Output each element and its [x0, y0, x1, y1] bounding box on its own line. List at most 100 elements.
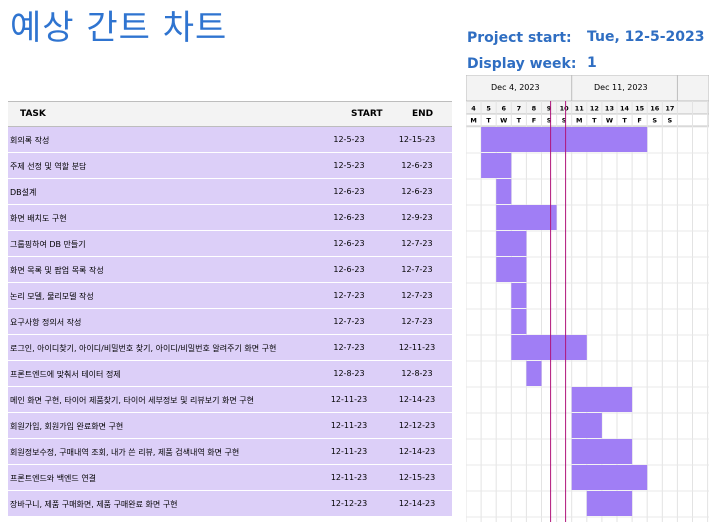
task-end: 12-7-23 — [401, 291, 433, 300]
week-label-2: Dec 11, 2023 — [594, 83, 648, 92]
task-end: 12-12-23 — [398, 421, 436, 430]
task-name: 화면 배치도 구현 — [10, 214, 67, 223]
task-end: 12-14-23 — [398, 499, 436, 508]
table-row[interactable]: 회의록 작성 12-5-23 12-15-23 — [8, 127, 452, 153]
task-end: 12-6-23 — [401, 161, 433, 170]
table-row[interactable]: 화면 목록 및 팝업 목록 작성 12-6-23 12-7-23 — [8, 257, 452, 283]
day-number: 4 — [471, 105, 476, 113]
table-row[interactable]: 논리 모델, 물리모델 작성 12-7-23 12-7-23 — [8, 283, 452, 309]
day-number: 12 — [590, 105, 599, 113]
task-name: 회원가입, 회원가입 완료화면 구현 — [10, 422, 124, 431]
day-letter: F — [532, 117, 536, 125]
day-letter: M — [576, 117, 582, 125]
table-row[interactable]: 주제 선정 및 역할 분담 12-5-23 12-6-23 — [8, 153, 452, 179]
task-end: 12-7-23 — [401, 317, 433, 326]
task-end: 12-9-23 — [401, 213, 433, 222]
week-label-1: Dec 4, 2023 — [491, 83, 540, 92]
table-row[interactable]: 화면 배치도 구현 12-6-23 12-9-23 — [8, 205, 452, 231]
project-start-value[interactable]: Tue, 12-5-2023 — [587, 29, 704, 45]
table-row[interactable]: 프론트엔드에 맞춰서 테이터 정제 12-8-23 12-8-23 — [8, 361, 452, 387]
task-name: 주제 선정 및 역할 분담 — [10, 162, 87, 171]
day-letter: S — [652, 117, 657, 125]
day-number: 10 — [560, 105, 570, 113]
day-number: 8 — [532, 105, 537, 113]
gantt-bar — [571, 413, 602, 438]
table-row[interactable]: 장바구니, 제품 구매화면, 제품 구매완료 화면 구현 12-12-23 12-1… — [8, 491, 452, 517]
day-number: 5 — [486, 105, 491, 113]
start-column-header: START — [351, 109, 383, 119]
task-name: 요구사항 정의서 작성 — [10, 318, 82, 327]
display-week-label: Display week: — [467, 56, 577, 72]
day-letter: W — [606, 117, 613, 125]
task-name: 회의록 작성 — [10, 136, 50, 145]
gantt-bar — [511, 283, 527, 308]
table-row[interactable]: 회원정보수정, 구매내역 조회, 내가 쓴 리뷰, 제품 검색내역 화면 구현 1… — [8, 439, 452, 465]
task-name: 회원정보수정, 구매내역 조회, 내가 쓴 리뷰, 제품 검색내역 화면 구현 — [10, 448, 240, 457]
task-end: 12-7-23 — [401, 265, 433, 274]
gantt-bar — [571, 439, 633, 464]
task-end: 12-15-23 — [398, 135, 436, 144]
project-start-label: Project start: — [467, 30, 572, 46]
end-column-header: END — [412, 109, 434, 119]
task-end: 12-7-23 — [401, 239, 433, 248]
table-row[interactable]: 프론트엔드와 백엔드 연결 12-11-23 12-15-23 — [8, 465, 452, 491]
task-table-header: TASK START END — [8, 101, 452, 127]
task-start: 12-11-23 — [330, 395, 368, 404]
day-number: 13 — [605, 105, 614, 113]
table-row[interactable]: 회원가입, 회원가입 완료화면 구현 12-11-23 12-12-23 — [8, 413, 452, 439]
task-end: 12-6-23 — [401, 187, 433, 196]
task-start: 12-7-23 — [333, 291, 365, 300]
task-name: 메인 화면 구현, 타이어 제품찾기, 타이어 세부정보 및 리뷰보기 화면 구… — [10, 396, 254, 405]
gantt-bar — [511, 335, 587, 360]
task-name: DB설계 — [10, 188, 37, 197]
task-start: 12-6-23 — [333, 239, 365, 248]
task-column-header: TASK — [20, 109, 46, 119]
day-letter: M — [470, 117, 476, 125]
table-row[interactable]: 그룹핑하여 DB 만들기 12-6-23 12-7-23 — [8, 231, 452, 257]
table-row[interactable]: DB설계 12-6-23 12-6-23 — [8, 179, 452, 205]
task-start: 12-8-23 — [333, 369, 365, 378]
gantt-bar — [586, 491, 633, 516]
day-number: 14 — [620, 105, 630, 113]
table-row[interactable]: 요구사항 정의서 작성 12-7-23 12-7-23 — [8, 309, 452, 335]
task-start: 12-11-23 — [330, 421, 368, 430]
day-number: 7 — [517, 105, 522, 113]
task-start: 12-11-23 — [330, 447, 368, 456]
display-week-value[interactable]: 1 — [587, 55, 597, 71]
day-letter: T — [622, 117, 627, 125]
gantt-bar — [571, 387, 633, 412]
task-start: 12-12-23 — [330, 499, 368, 508]
gantt-bar — [496, 257, 527, 282]
task-name: 장바구니, 제품 구매화면, 제품 구매완료 화면 구현 — [10, 500, 178, 509]
day-letter: T — [592, 117, 597, 125]
task-end: 12-14-23 — [398, 447, 436, 456]
gantt-chart: 4 5 6 7 8 9 10 11 12 13 14 15 16 17 M T W T F S S M T W T F S S Dec… — [466, 75, 709, 522]
table-row[interactable]: 메인 화면 구현, 타이어 제품찾기, 타이어 세부정보 및 리뷰보기 화면 구… — [8, 387, 452, 413]
task-end: 12-14-23 — [398, 395, 436, 404]
task-table-body: 회의록 작성 12-5-23 12-15-23 주제 선정 및 역할 분담 12-5-2… — [8, 127, 452, 517]
day-number: 15 — [635, 105, 645, 113]
task-end: 12-15-23 — [398, 473, 436, 482]
task-start: 12-7-23 — [333, 343, 365, 352]
task-start: 12-7-23 — [333, 317, 365, 326]
table-row[interactable]: 로그인, 아이디찾기, 아이디/비밀번호 찾기, 아이디/비밀번호 알려주기 화… — [8, 335, 452, 361]
gantt-grid: 4 5 6 7 8 9 10 11 12 13 14 15 16 17M T W T F S S M T W T F S S — [466, 75, 709, 522]
gantt-bar — [496, 231, 527, 256]
day-letter: F — [637, 117, 641, 125]
gantt-bar — [481, 153, 512, 178]
day-letter: S — [668, 117, 673, 125]
task-start: 12-6-23 — [333, 265, 365, 274]
day-number: 11 — [575, 105, 585, 113]
gantt-bar — [496, 179, 512, 204]
task-start: 12-6-23 — [333, 187, 365, 196]
day-letter: T — [517, 117, 522, 125]
task-name: 논리 모델, 물리모델 작성 — [10, 292, 94, 301]
task-end: 12-8-23 — [401, 369, 433, 378]
task-end: 12-11-23 — [398, 343, 436, 352]
task-name: 로그인, 아이디찾기, 아이디/비밀번호 찾기, 아이디/비밀번호 알려주기 화… — [10, 344, 277, 353]
gantt-bar — [526, 361, 542, 386]
day-number: 6 — [501, 105, 506, 113]
task-start: 12-6-23 — [333, 213, 365, 222]
task-start: 12-11-23 — [330, 473, 368, 482]
day-letter: W — [500, 117, 507, 125]
